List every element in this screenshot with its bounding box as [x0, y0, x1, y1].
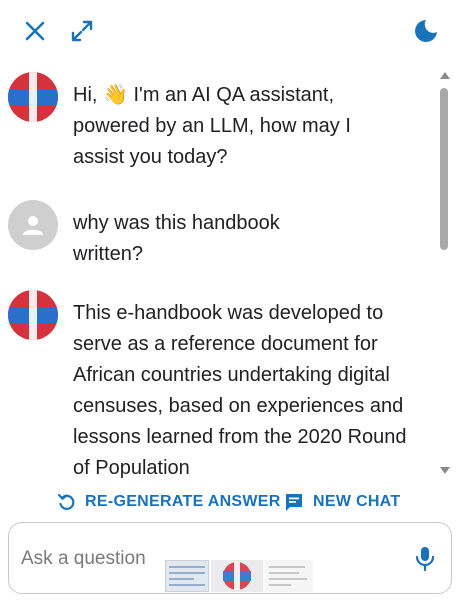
chat-actions: RE-GENERATE ANSWER NEW CHAT	[0, 488, 464, 516]
close-icon[interactable]	[20, 16, 50, 46]
regenerate-answer-button[interactable]: RE-GENERATE ANSWER	[58, 488, 281, 516]
input-placeholder: Ask a question	[21, 548, 146, 569]
thumbnail-image[interactable]	[211, 560, 263, 592]
message-text: why was this handbook written?	[73, 212, 280, 265]
thumbnail-image[interactable]	[165, 560, 209, 592]
assistant-avatar-icon	[8, 72, 58, 122]
message-text: This e-handbook was developed to serve a…	[73, 302, 407, 479]
new-chat-button[interactable]: NEW CHAT	[284, 488, 400, 516]
thumbnail-image[interactable]	[265, 560, 313, 592]
regenerate-icon	[58, 493, 75, 510]
moon-icon[interactable]	[411, 16, 441, 46]
chat-scrollbar[interactable]	[436, 66, 454, 480]
user-message: why was this handbook written?	[8, 200, 333, 270]
scrollbar-thumb[interactable]	[440, 88, 448, 250]
expand-icon[interactable]	[67, 16, 97, 46]
assistant-message: This e-handbook was developed to serve a…	[8, 290, 418, 480]
scroll-down-arrow-icon[interactable]	[440, 467, 450, 474]
microphone-icon[interactable]	[413, 545, 437, 573]
regenerate-answer-label: RE-GENERATE ANSWER	[85, 493, 281, 510]
chat-history: Hi, 👋 I'm an AI QA assistant, powered by…	[0, 66, 436, 480]
assistant-avatar-icon	[8, 290, 58, 340]
assistant-message: Hi, 👋 I'm an AI QA assistant, powered by…	[8, 72, 403, 173]
new-chat-label: NEW CHAT	[313, 493, 401, 510]
attachment-thumbnails[interactable]	[165, 560, 313, 592]
message-text: Hi, 👋 I'm an AI QA assistant, powered by…	[73, 84, 351, 168]
scroll-up-arrow-icon[interactable]	[440, 72, 450, 79]
top-bar	[0, 0, 464, 62]
user-avatar-icon	[8, 200, 58, 250]
question-input[interactable]: Ask a question	[8, 522, 452, 594]
chat-icon	[286, 494, 302, 511]
